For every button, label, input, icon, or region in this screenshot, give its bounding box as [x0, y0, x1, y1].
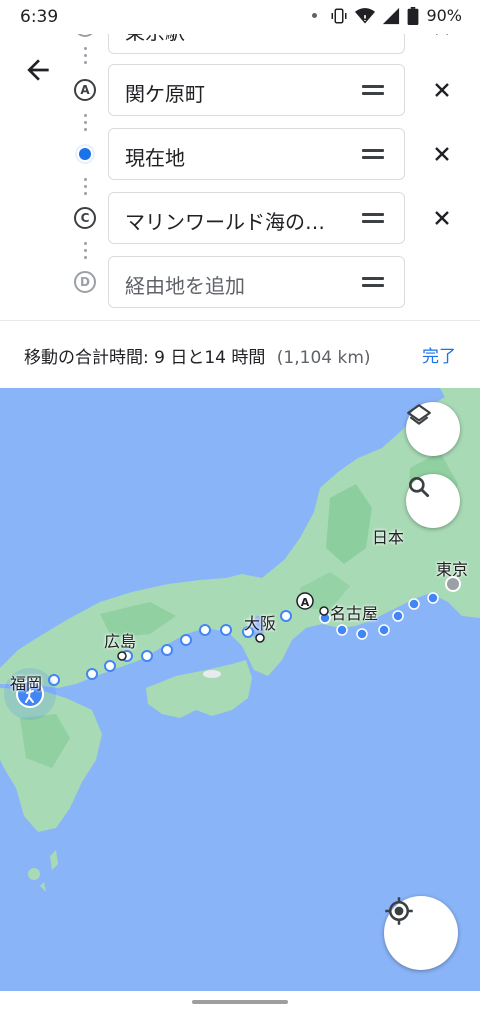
stop-field-a[interactable]: 関ケ原町 — [108, 64, 405, 116]
map-label-hiroshima: 広島 — [104, 632, 137, 651]
route-marker-a-label: A — [301, 596, 310, 609]
gesture-nav-bar — [0, 991, 480, 1013]
land-island — [28, 868, 40, 880]
map-label-japan: 日本 — [372, 528, 405, 547]
total-distance: (1,104 km) — [276, 348, 371, 368]
layers-button[interactable] — [406, 402, 460, 456]
stop-text-a: 関ケ原町 — [125, 82, 205, 106]
stop-text-current: 現在地 — [125, 146, 185, 170]
current-location-marker — [75, 144, 95, 164]
map-label-tokyo: 東京 — [436, 560, 469, 579]
land-island — [50, 850, 58, 870]
search-button[interactable] — [406, 474, 460, 528]
stop-field-c[interactable]: マリンワールド海の… — [108, 192, 405, 244]
trip-summary: 移動の合計時間: 9 日と14 時間 (1,104 km) — [24, 343, 371, 368]
layers-icon — [407, 404, 431, 425]
battery-percent: 90% — [426, 6, 462, 25]
stop-marker-c: C — [74, 207, 96, 229]
drag-handle-icon[interactable] — [362, 213, 384, 223]
total-time: 移動の合計時間: 9 日と14 時間 — [24, 348, 266, 368]
close-icon[interactable] — [430, 142, 454, 166]
wifi-icon — [355, 7, 376, 23]
city-dot-osaka — [255, 633, 265, 643]
drag-handle-icon[interactable] — [362, 85, 384, 95]
stop-row-current: 現在地 — [0, 128, 480, 180]
map-view[interactable]: A 日本 東京 名古屋 大阪 広島 福岡 — [0, 388, 480, 991]
clock: 6:39 — [20, 7, 59, 27]
battery-icon — [408, 6, 419, 25]
inland-sea-patch — [203, 670, 221, 678]
map-label-osaka: 大阪 — [244, 614, 277, 633]
stop-field-current[interactable]: 現在地 — [108, 128, 405, 180]
close-icon[interactable] — [430, 78, 454, 102]
my-location-icon — [385, 897, 413, 925]
stop-row-d: D 経由地を追加 — [0, 256, 480, 308]
done-button[interactable]: 完了 — [422, 342, 456, 367]
stop-marker-d: D — [74, 271, 96, 293]
map-label-nagoya: 名古屋 — [330, 604, 379, 623]
notification-dot-icon — [312, 13, 318, 18]
close-icon[interactable] — [430, 206, 454, 230]
my-location-button[interactable] — [384, 896, 458, 970]
stop-row-c: C マリンワールド海の… — [0, 192, 480, 244]
drag-handle-icon[interactable] — [362, 149, 384, 159]
drag-handle-icon[interactable] — [362, 277, 384, 287]
cellular-signal-icon — [383, 7, 400, 24]
vibrate-icon — [331, 8, 347, 23]
add-stop-field[interactable]: 経由地を追加 — [108, 256, 405, 308]
status-icons: 90% — [312, 6, 462, 25]
land-island — [40, 882, 46, 892]
map-label-fukuoka: 福岡 — [10, 674, 43, 693]
directions-panel: 東京駅 A 関ケ原町 現在地 C マリンワールド海 — [0, 0, 480, 388]
stop-marker-a: A — [74, 79, 96, 101]
status-bar: 6:39 90% — [0, 0, 480, 34]
stop-row-a: A 関ケ原町 — [0, 64, 480, 116]
land-shikoku — [146, 660, 252, 718]
stop-text-c: マリンワールド海の… — [125, 210, 325, 234]
city-dot-nagoya — [319, 606, 329, 616]
city-dot-hiroshima — [117, 651, 127, 661]
search-icon — [409, 477, 430, 498]
add-stop-placeholder: 経由地を追加 — [125, 274, 245, 298]
home-gesture-handle[interactable] — [192, 1000, 288, 1004]
divider — [0, 320, 480, 321]
